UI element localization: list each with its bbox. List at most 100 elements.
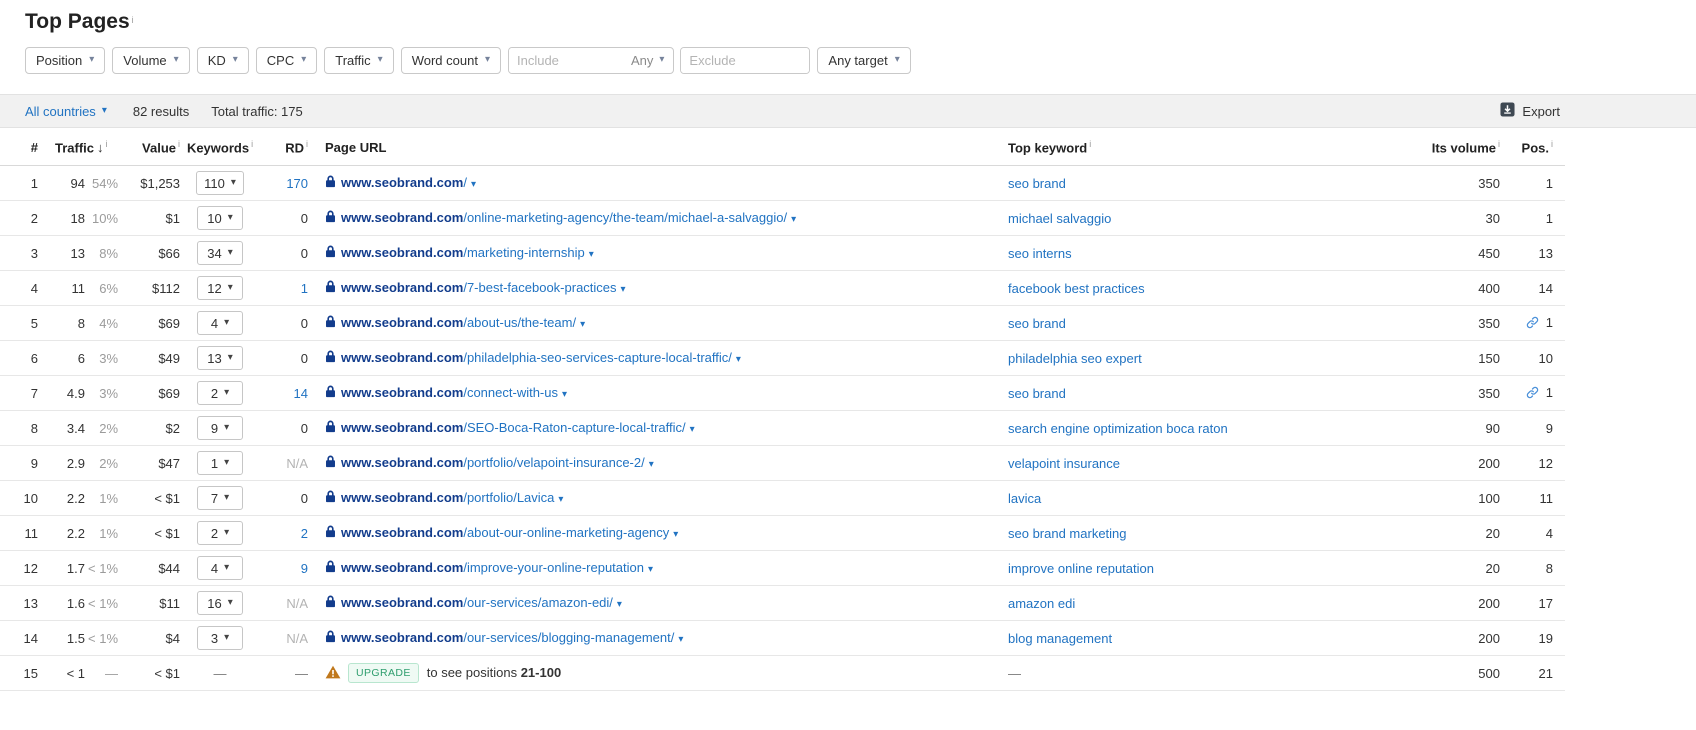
page-url-domain-link[interactable]: www.seobrand.com — [341, 595, 463, 610]
exclude-input[interactable] — [681, 47, 810, 73]
rd-cell[interactable]: 170 — [260, 165, 309, 202]
page-url-path-link[interactable]: /our-services/blogging-management/ — [463, 630, 674, 645]
include-input[interactable] — [508, 47, 627, 73]
top-keyword-link[interactable]: seo interns — [1008, 246, 1072, 261]
keywords-dropdown[interactable]: 10 ▾ — [197, 206, 244, 231]
page-url-domain-link[interactable]: www.seobrand.com — [341, 210, 463, 225]
rd-cell[interactable]: 2 — [260, 515, 309, 552]
url-options-caret[interactable]: ▾ — [580, 319, 585, 330]
top-keyword-link[interactable]: search engine optimization boca raton — [1008, 421, 1228, 436]
rd-cell[interactable]: 14 — [260, 375, 309, 412]
keywords-dropdown[interactable]: 9 ▾ — [197, 416, 244, 441]
link-icon[interactable] — [1526, 386, 1539, 402]
column-header-keywords[interactable]: Keywords i — [180, 128, 261, 167]
top-keyword-link[interactable]: facebook best practices — [1008, 281, 1145, 296]
column-header-value[interactable]: Value i — [118, 128, 181, 167]
url-options-caret[interactable]: ▾ — [589, 249, 594, 260]
page-url-path-link[interactable]: /improve-your-online-reputation — [463, 560, 644, 575]
url-options-caret[interactable]: ▾ — [673, 529, 678, 540]
column-header-its-volume[interactable]: Its volume i — [1428, 128, 1500, 167]
page-url-path-link[interactable]: /online-marketing-agency/the-team/michae… — [463, 210, 787, 225]
keywords-dropdown[interactable]: 2 ▾ — [197, 521, 244, 546]
top-keyword-link[interactable]: seo brand — [1008, 176, 1066, 191]
rd-cell[interactable]: 1 — [260, 270, 309, 307]
top-keyword-link[interactable]: seo brand — [1008, 316, 1066, 331]
url-options-caret[interactable]: ▾ — [471, 179, 476, 190]
keywords-dropdown[interactable]: 13 ▾ — [197, 346, 244, 371]
page-url-domain-link[interactable]: www.seobrand.com — [341, 350, 463, 365]
page-url-path-link[interactable]: /7-best-facebook-practices — [463, 280, 616, 295]
export-button[interactable]: Export — [1500, 102, 1560, 120]
page-url-domain-link[interactable]: www.seobrand.com — [341, 315, 463, 330]
keywords-dropdown[interactable]: 3 ▾ — [197, 626, 244, 651]
keywords-dropdown[interactable]: 16 ▾ — [197, 591, 244, 616]
page-url-domain-link[interactable]: www.seobrand.com — [341, 420, 463, 435]
keywords-dropdown[interactable]: 4 ▾ — [197, 311, 244, 336]
keywords-dropdown[interactable]: 2 ▾ — [197, 381, 244, 406]
top-keyword-link[interactable]: improve online reputation — [1008, 561, 1154, 576]
url-options-caret[interactable]: ▾ — [562, 389, 567, 400]
keywords-dropdown[interactable]: 1 ▾ — [197, 451, 244, 476]
url-options-caret[interactable]: ▾ — [617, 599, 622, 610]
page-url-path-link[interactable]: /about-our-online-marketing-agency — [463, 525, 669, 540]
url-options-caret[interactable]: ▾ — [648, 564, 653, 575]
page-url-domain-link[interactable]: www.seobrand.com — [341, 630, 463, 645]
table-row: 8 3.4 2% $2 9 ▾ 0 www.seobrand.com/SEO-Bo… — [0, 410, 1565, 447]
page-url-path-link[interactable]: /about-us/the-team/ — [463, 315, 576, 330]
include-mode-dropdown[interactable]: Any ▾ — [627, 53, 673, 68]
keywords-dropdown[interactable]: 34 ▾ — [197, 241, 244, 266]
column-header-top-keyword[interactable]: Top keyword i — [1008, 128, 1428, 167]
page-url-domain-link[interactable]: www.seobrand.com — [341, 175, 463, 190]
top-keyword-link[interactable]: philadelphia seo expert — [1008, 351, 1142, 366]
page-url-path-link[interactable]: / — [463, 175, 467, 190]
page-url-domain-link[interactable]: www.seobrand.com — [341, 280, 463, 295]
page-url-domain-link[interactable]: www.seobrand.com — [341, 560, 463, 575]
page-url-path-link[interactable]: /our-services/amazon-edi/ — [463, 595, 613, 610]
page-url-path-link[interactable]: /portfolio/Lavica — [463, 490, 554, 505]
page-url-domain-link[interactable]: www.seobrand.com — [341, 385, 463, 400]
page-url-domain-link[interactable]: www.seobrand.com — [341, 455, 463, 470]
column-header-traffic[interactable]: Traffic ↓ i — [38, 128, 119, 167]
page-url-path-link[interactable]: /connect-with-us — [463, 385, 558, 400]
page-url-path-link[interactable]: /marketing-internship — [463, 245, 584, 260]
url-options-caret[interactable]: ▾ — [558, 494, 563, 505]
keywords-dropdown[interactable]: 4 ▾ — [197, 556, 244, 581]
column-header-page-url[interactable]: Page URL — [308, 128, 1008, 167]
top-keyword-link[interactable]: michael salvaggio — [1008, 211, 1111, 226]
filter-traffic-dropdown[interactable]: Traffic ▾ — [324, 46, 394, 74]
url-options-caret[interactable]: ▾ — [736, 354, 741, 365]
filter-cpc-dropdown[interactable]: CPC ▾ — [255, 46, 318, 74]
filter-volume-dropdown[interactable]: Volume ▾ — [112, 46, 190, 74]
rd-cell[interactable]: 9 — [260, 550, 309, 587]
page-url-domain-link[interactable]: www.seobrand.com — [341, 245, 463, 260]
upgrade-badge[interactable]: UPGRADE — [348, 663, 419, 684]
target-dropdown[interactable]: Any target ▾ — [817, 46, 911, 74]
page-url-path-link[interactable]: /portfolio/velapoint-insurance-2/ — [463, 455, 644, 470]
url-options-caret[interactable]: ▾ — [649, 459, 654, 470]
keywords-dropdown[interactable]: 12 ▾ — [197, 276, 244, 301]
column-header-rd[interactable]: RD i — [260, 128, 309, 167]
filter-word-count-dropdown[interactable]: Word count ▾ — [400, 46, 501, 74]
top-keyword-link[interactable]: seo brand marketing — [1008, 526, 1127, 541]
url-options-caret[interactable]: ▾ — [791, 214, 796, 225]
country-selector[interactable]: All countries ▾ — [25, 104, 107, 119]
top-keyword-link[interactable]: velapoint insurance — [1008, 456, 1120, 471]
page-url-path-link[interactable]: /SEO-Boca-Raton-capture-local-traffic/ — [463, 420, 685, 435]
page-url-path-link[interactable]: /philadelphia-seo-services-capture-local… — [463, 350, 732, 365]
top-keyword-link[interactable]: amazon edi — [1008, 596, 1075, 611]
url-options-caret[interactable]: ▾ — [621, 284, 626, 295]
page-url-domain-link[interactable]: www.seobrand.com — [341, 525, 463, 540]
traffic-percent: 1% — [85, 480, 119, 517]
filter-position-dropdown[interactable]: Position ▾ — [25, 46, 106, 74]
link-icon[interactable] — [1526, 316, 1539, 332]
page-url-domain-link[interactable]: www.seobrand.com — [341, 490, 463, 505]
url-options-caret[interactable]: ▾ — [690, 424, 695, 435]
keywords-dropdown[interactable]: 110 ▾ — [196, 171, 244, 196]
filter-kd-dropdown[interactable]: KD ▾ — [196, 46, 249, 74]
keywords-dropdown[interactable]: 7 ▾ — [197, 486, 244, 511]
top-keyword-link[interactable]: lavica — [1008, 491, 1041, 506]
url-options-caret[interactable]: ▾ — [678, 634, 683, 645]
top-keyword-link[interactable]: blog management — [1008, 631, 1112, 646]
top-keyword-link[interactable]: seo brand — [1008, 386, 1066, 401]
column-header-pos[interactable]: Pos. i — [1500, 128, 1565, 167]
